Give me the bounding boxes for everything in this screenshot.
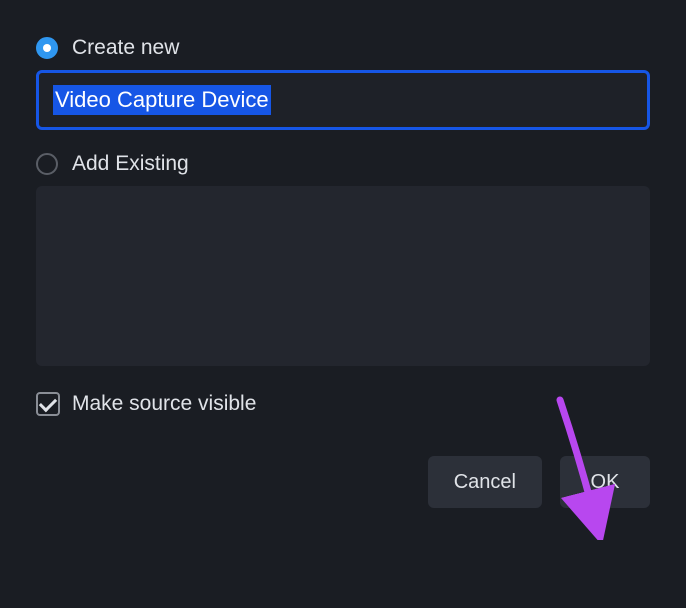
create-new-radio[interactable] — [36, 37, 58, 59]
make-visible-label[interactable]: Make source visible — [72, 392, 256, 416]
add-existing-row: Add Existing — [36, 152, 650, 176]
cancel-button[interactable]: Cancel — [428, 456, 542, 508]
ok-button[interactable]: OK — [560, 456, 650, 508]
create-new-label[interactable]: Create new — [72, 36, 179, 60]
create-new-row: Create new — [36, 36, 650, 60]
dialog-buttons: Cancel OK — [36, 456, 650, 508]
make-visible-row: Make source visible — [36, 392, 650, 416]
source-name-input[interactable]: Video Capture Device — [36, 70, 650, 130]
add-existing-radio[interactable] — [36, 153, 58, 175]
add-existing-label[interactable]: Add Existing — [72, 152, 189, 176]
existing-sources-list[interactable] — [36, 186, 650, 366]
source-name-value: Video Capture Device — [53, 85, 271, 116]
make-visible-checkbox[interactable] — [36, 392, 60, 416]
